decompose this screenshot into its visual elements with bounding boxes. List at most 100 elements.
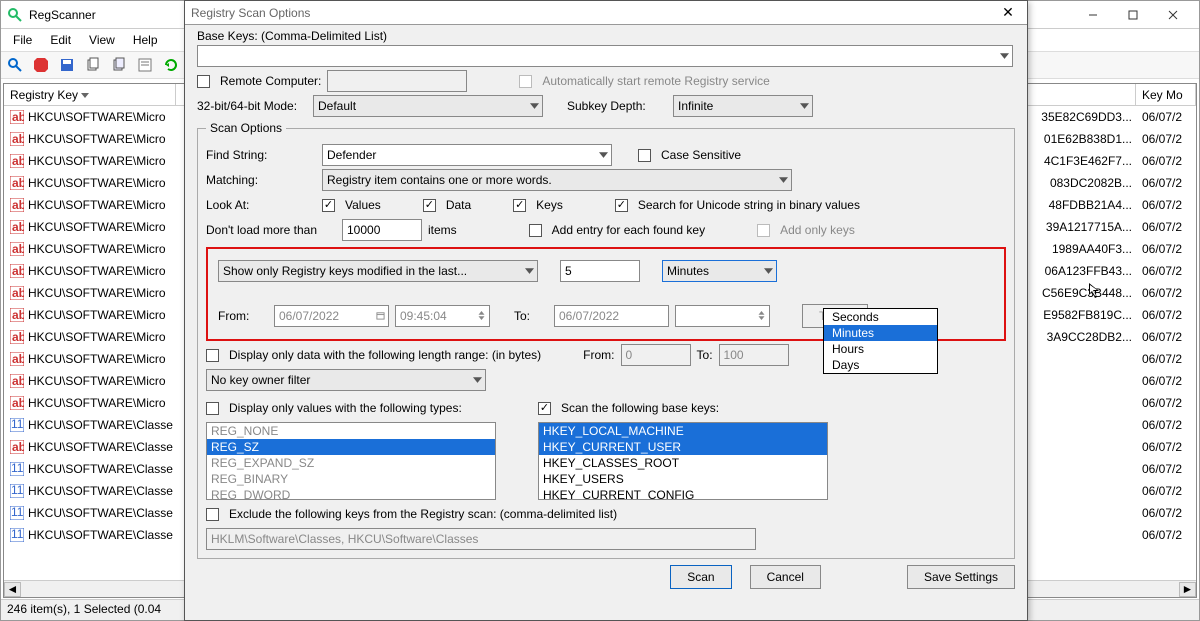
- list-item[interactable]: REG_DWORD: [207, 487, 495, 500]
- list-item[interactable]: REG_NONE: [207, 423, 495, 439]
- length-to-label: To:: [697, 348, 713, 362]
- svg-text:ab: ab: [12, 198, 24, 212]
- look-data-checkbox[interactable]: [423, 199, 436, 212]
- string-value-icon: ab: [10, 440, 24, 454]
- subkey-label: Subkey Depth:: [567, 99, 667, 113]
- mode-combo[interactable]: Default: [313, 95, 543, 117]
- toolbar-stop-icon[interactable]: [31, 55, 51, 75]
- base-keys-combo[interactable]: [197, 45, 1013, 67]
- find-string-combo[interactable]: Defender: [322, 144, 612, 166]
- list-item[interactable]: REG_EXPAND_SZ: [207, 455, 495, 471]
- maximize-button[interactable]: [1113, 4, 1153, 26]
- length-from-input[interactable]: [621, 344, 691, 366]
- list-item[interactable]: HKEY_CURRENT_CONFIG: [539, 487, 827, 500]
- scroll-right-icon[interactable]: ►: [1179, 582, 1196, 597]
- dont-load-input[interactable]: [342, 219, 422, 241]
- matching-label: Matching:: [206, 173, 316, 187]
- list-item[interactable]: HKEY_CLASSES_ROOT: [539, 455, 827, 471]
- binary-value-icon: 110: [10, 418, 24, 432]
- chevron-down-icon: [764, 264, 773, 278]
- owner-filter-combo[interactable]: No key owner filter: [206, 369, 486, 391]
- sort-indicator-icon: [81, 88, 89, 102]
- save-settings-button[interactable]: Save Settings: [907, 565, 1015, 589]
- exclude-keys-checkbox[interactable]: [206, 508, 219, 521]
- col-keymod[interactable]: Key Mo: [1136, 84, 1196, 105]
- look-keys-checkbox[interactable]: [513, 199, 526, 212]
- col-regkey[interactable]: Registry Key: [4, 84, 176, 105]
- remote-computer-checkbox[interactable]: [197, 75, 210, 88]
- dialog-close-button[interactable]: ✕: [995, 4, 1021, 21]
- value-types-listbox[interactable]: REG_NONEREG_SZREG_EXPAND_SZREG_BINARYREG…: [206, 422, 496, 500]
- string-value-icon: ab: [10, 330, 24, 344]
- string-value-icon: ab: [10, 374, 24, 388]
- to-date-picker[interactable]: 06/07/2022: [554, 305, 669, 327]
- svg-text:110: 110: [11, 418, 24, 431]
- remote-computer-input[interactable]: [327, 70, 467, 92]
- toolbar-search-icon[interactable]: [5, 55, 25, 75]
- toolbar-copy-icon[interactable]: [83, 55, 103, 75]
- length-to-input[interactable]: [719, 344, 789, 366]
- string-value-icon: ab: [10, 132, 24, 146]
- length-from-label: From:: [583, 348, 614, 362]
- dont-load-label: Don't load more than: [206, 223, 336, 237]
- from-date-picker[interactable]: 06/07/2022: [274, 305, 389, 327]
- add-entry-checkbox[interactable]: [529, 224, 542, 237]
- cancel-button[interactable]: Cancel: [750, 565, 821, 589]
- string-value-icon: ab: [10, 110, 24, 124]
- matching-combo[interactable]: Registry item contains one or more words…: [322, 169, 792, 191]
- look-values-checkbox[interactable]: [322, 199, 335, 212]
- to-label: To:: [514, 309, 548, 323]
- time-unit-dropdown[interactable]: SecondsMinutesHoursDays: [823, 308, 938, 374]
- chevron-down-icon: [525, 264, 534, 278]
- toolbar-properties-icon[interactable]: [135, 55, 155, 75]
- to-time-spinner[interactable]: [675, 305, 770, 327]
- dropdown-option[interactable]: Days: [824, 357, 937, 373]
- from-time-spinner[interactable]: 09:45:04: [395, 305, 490, 327]
- menu-view[interactable]: View: [81, 31, 123, 49]
- close-button[interactable]: [1153, 4, 1193, 26]
- menu-edit[interactable]: Edit: [42, 31, 79, 49]
- menu-file[interactable]: File: [5, 31, 40, 49]
- list-item[interactable]: REG_BINARY: [207, 471, 495, 487]
- show-only-combo[interactable]: Show only Registry keys modified in the …: [218, 260, 538, 282]
- svg-text:ab: ab: [12, 132, 24, 146]
- string-value-icon: ab: [10, 242, 24, 256]
- remote-computer-label: Remote Computer:: [220, 74, 321, 88]
- exclude-keys-input[interactable]: [206, 528, 756, 550]
- list-item[interactable]: HKEY_USERS: [539, 471, 827, 487]
- dropdown-option[interactable]: Hours: [824, 341, 937, 357]
- base-keys-checkbox[interactable]: [538, 402, 551, 415]
- scroll-left-icon[interactable]: ◄: [4, 582, 21, 597]
- case-sensitive-label: Case Sensitive: [661, 148, 741, 162]
- case-sensitive-checkbox[interactable]: [638, 149, 651, 162]
- base-keys-listbox[interactable]: HKEY_LOCAL_MACHINEHKEY_CURRENT_USERHKEY_…: [538, 422, 828, 500]
- dialog-title-bar[interactable]: Registry Scan Options ✕: [185, 1, 1027, 25]
- last-value-input[interactable]: [560, 260, 640, 282]
- auto-remote-label: Automatically start remote Registry serv…: [542, 74, 769, 88]
- length-range-checkbox[interactable]: [206, 349, 219, 362]
- unicode-checkbox[interactable]: [615, 199, 628, 212]
- string-value-icon: ab: [10, 220, 24, 234]
- menu-help[interactable]: Help: [125, 31, 166, 49]
- add-only-checkbox: [757, 224, 770, 237]
- minimize-button[interactable]: [1073, 4, 1113, 26]
- calendar-icon: [376, 309, 385, 323]
- value-types-checkbox[interactable]: [206, 402, 219, 415]
- toolbar-copy2-icon[interactable]: [109, 55, 129, 75]
- svg-text:ab: ab: [12, 220, 24, 234]
- list-item[interactable]: HKEY_LOCAL_MACHINE: [539, 423, 827, 439]
- list-item[interactable]: REG_SZ: [207, 439, 495, 455]
- dropdown-option[interactable]: Seconds: [824, 309, 937, 325]
- toolbar-save-icon[interactable]: [57, 55, 77, 75]
- svg-text:ab: ab: [12, 374, 24, 388]
- list-item[interactable]: HKEY_CURRENT_USER: [539, 439, 827, 455]
- svg-text:ab: ab: [12, 286, 24, 300]
- find-string-label: Find String:: [206, 148, 316, 162]
- binary-value-icon: 110: [10, 484, 24, 498]
- toolbar-refresh-icon[interactable]: [161, 55, 181, 75]
- dropdown-option[interactable]: Minutes: [824, 325, 937, 341]
- scan-button[interactable]: Scan: [670, 565, 731, 589]
- time-unit-combo[interactable]: Minutes: [662, 260, 777, 282]
- subkey-combo[interactable]: Infinite: [673, 95, 813, 117]
- status-text: 246 item(s), 1 Selected (0.04: [7, 602, 161, 616]
